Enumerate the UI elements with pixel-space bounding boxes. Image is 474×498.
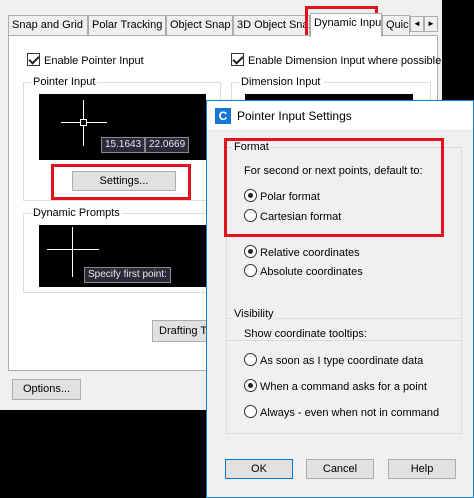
radio-button bbox=[244, 379, 257, 392]
highlight-format-section bbox=[224, 138, 444, 237]
coordinate-y-tooltip: 22.0669 bbox=[145, 137, 190, 153]
dialog-title: Pointer Input Settings bbox=[237, 109, 352, 123]
radio-button bbox=[244, 405, 257, 418]
radio-label: Absolute coordinates bbox=[260, 266, 363, 278]
radio-button bbox=[244, 353, 257, 366]
tab-label: Object Snap bbox=[170, 19, 231, 31]
highlight-settings-button bbox=[51, 164, 191, 200]
dynamic-prompt-tooltip: Specify first point: bbox=[84, 267, 171, 283]
radio-label: Always - even when not in command bbox=[260, 407, 440, 419]
radio-label: Relative coordinates bbox=[260, 247, 360, 259]
ok-button[interactable]: OK bbox=[225, 459, 293, 479]
help-button[interactable]: Help bbox=[388, 459, 456, 479]
checkbox-box bbox=[231, 53, 244, 66]
tab-label: 3D Object Snap bbox=[237, 19, 310, 31]
pickbox-icon bbox=[80, 119, 87, 126]
tooltip-always-radio[interactable]: Always - even when not in command bbox=[244, 405, 439, 421]
visibility-description: Show coordinate tooltips: bbox=[244, 328, 367, 340]
chevron-right-icon: ► bbox=[427, 19, 435, 28]
tab-dynamic-input[interactable]: Dynamic Input bbox=[310, 13, 382, 37]
checkbox-label: Enable Dimension Input where possible bbox=[248, 55, 442, 67]
tab-quick-properties[interactable]: Quic bbox=[382, 15, 410, 35]
radio-label: When a command asks for a point bbox=[260, 381, 427, 393]
radio-button bbox=[244, 245, 257, 258]
pointer-input-group-label: Pointer Input bbox=[31, 76, 98, 88]
tab-label: Dynamic Input bbox=[314, 17, 382, 29]
visibility-group-label: Visibility bbox=[232, 308, 276, 320]
options-button[interactable]: Options... bbox=[12, 379, 81, 400]
cancel-button[interactable]: Cancel bbox=[306, 459, 374, 479]
tab-scroll-left-button[interactable]: ◄ bbox=[410, 16, 424, 32]
dimension-input-group-label: Dimension Input bbox=[239, 76, 323, 88]
tooltip-on-type-radio[interactable]: As soon as I type coordinate data bbox=[244, 353, 423, 369]
tab-strip: Snap and Grid Polar Tracking Object Snap… bbox=[8, 13, 438, 37]
relative-coordinates-radio[interactable]: Relative coordinates bbox=[244, 245, 360, 261]
tab-label: Snap and Grid bbox=[12, 19, 83, 31]
tab-object-snap[interactable]: Object Snap bbox=[166, 15, 233, 35]
tab-3d-object-snap[interactable]: 3D Object Snap bbox=[233, 15, 310, 35]
radio-button bbox=[244, 264, 257, 277]
tab-scroll-right-button[interactable]: ► bbox=[424, 16, 438, 32]
checkbox-box bbox=[27, 53, 40, 66]
enable-pointer-input-checkbox[interactable]: Enable Pointer Input bbox=[27, 53, 144, 69]
tab-label: Quic bbox=[386, 19, 409, 31]
dynamic-prompts-preview: Specify first point: bbox=[39, 225, 206, 287]
tooltip-on-command-radio[interactable]: When a command asks for a point bbox=[244, 379, 427, 395]
coordinate-x-tooltip: 15.1643 bbox=[101, 137, 146, 153]
crosshair-horizontal bbox=[47, 249, 99, 250]
enable-dimension-input-checkbox[interactable]: Enable Dimension Input where possible bbox=[231, 53, 441, 69]
tab-polar-tracking[interactable]: Polar Tracking bbox=[88, 15, 166, 35]
absolute-coordinates-radio[interactable]: Absolute coordinates bbox=[244, 264, 363, 280]
app-icon: C bbox=[215, 108, 231, 124]
tab-label: Polar Tracking bbox=[92, 19, 163, 31]
pointer-input-preview: 15.1643 22.0669 bbox=[39, 94, 206, 160]
crosshair-vertical bbox=[72, 227, 73, 277]
tab-snap-and-grid[interactable]: Snap and Grid bbox=[8, 15, 88, 35]
checkbox-label: Enable Pointer Input bbox=[44, 55, 144, 67]
radio-label: As soon as I type coordinate data bbox=[260, 355, 424, 367]
pointer-input-settings-dialog: C Pointer Input Settings Format For seco… bbox=[206, 100, 474, 498]
title-bar[interactable]: C Pointer Input Settings bbox=[207, 101, 473, 131]
chevron-left-icon: ◄ bbox=[413, 19, 421, 28]
dynamic-prompts-group-label: Dynamic Prompts bbox=[31, 207, 122, 219]
